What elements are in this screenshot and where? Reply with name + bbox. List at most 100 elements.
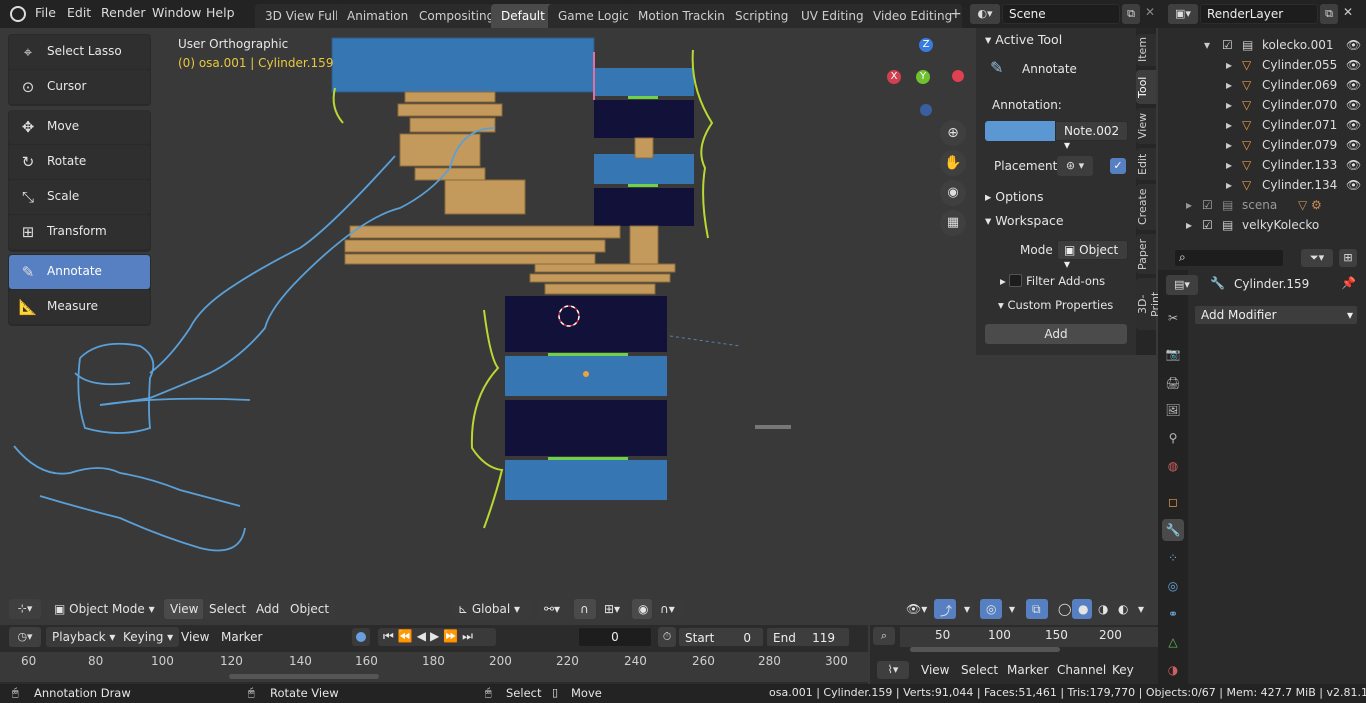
tab-3d-print[interactable]: 3D-Print xyxy=(1136,278,1162,330)
outliner-row[interactable]: ▾ ☑ ▤ kolecko.001 👁 xyxy=(1158,35,1366,55)
grid-view-icon[interactable]: ▦ xyxy=(940,210,966,236)
close-scene-icon[interactable]: ✕ xyxy=(1145,5,1155,19)
tool-measure[interactable]: 📐 Measure xyxy=(9,290,150,324)
tool-annotate[interactable]: ✎ Annotate xyxy=(9,255,150,289)
tool-scale[interactable]: ⤡ Scale xyxy=(9,180,150,214)
menu-window[interactable]: Window xyxy=(152,5,201,20)
workspace-header[interactable]: ▾ Workspace xyxy=(985,213,1064,228)
outliner-row[interactable]: ▸ ☑ ▤ scena ▽ ⚙ xyxy=(1158,195,1366,215)
add-workspace-icon[interactable]: + xyxy=(950,6,962,22)
material-tab-icon[interactable]: ◑ xyxy=(1162,659,1184,681)
outliner-row[interactable]: ▸ ▽ Cylinder.069 👁 xyxy=(1158,75,1366,95)
keying-dropdown[interactable]: Keying ▾ xyxy=(117,627,180,647)
outliner-row[interactable]: ▸ ▽ Cylinder.055 👁 xyxy=(1158,55,1366,75)
tab-default[interactable]: Default xyxy=(491,4,555,28)
end-frame-field[interactable]: End 119 xyxy=(766,627,850,647)
outliner-row[interactable]: ▸ ▽ Cylinder.133 👁 xyxy=(1158,155,1366,175)
outliner-search-icon[interactable]: ⌕ xyxy=(1174,249,1284,267)
tab-item[interactable]: Item xyxy=(1136,34,1156,66)
scene-tab-icon[interactable]: ⚲ xyxy=(1162,427,1184,449)
start-frame-field[interactable]: Start 0 xyxy=(678,627,764,647)
playback-controls[interactable]: ⏮⏪◀▶⏩⏭ xyxy=(378,628,496,646)
tab-compositing[interactable]: Compositing xyxy=(409,4,505,28)
graph-scrollbar[interactable] xyxy=(910,647,1060,652)
overlay-dropdown-icon[interactable]: ▾ xyxy=(1003,599,1019,619)
tool-select-lasso[interactable]: ⌖ Select Lasso xyxy=(9,35,150,69)
eye-icon[interactable]: 👁 xyxy=(1346,38,1361,52)
menu-edit[interactable]: Edit xyxy=(67,5,91,20)
eye-icon[interactable]: 👁 xyxy=(1346,118,1361,132)
gizmo-neg-x-axis[interactable] xyxy=(952,70,964,82)
tool-move[interactable]: ✥ Move xyxy=(9,110,150,144)
graph-select-menu[interactable]: Select xyxy=(961,663,998,677)
rendered-shading-icon[interactable]: ◐ xyxy=(1112,599,1132,619)
new-renderlayer-icon[interactable]: ⧉ xyxy=(1320,4,1338,24)
particles-tab-icon[interactable]: ⁘ xyxy=(1162,547,1184,569)
editor-type-icon[interactable]: ▤▾ xyxy=(1166,275,1198,295)
custom-properties-header[interactable]: ▾ Custom Properties xyxy=(998,298,1113,312)
object-mode-dropdown[interactable]: ▣ Object Mode ▾ xyxy=(48,599,156,619)
filter-addons-row[interactable]: ▸ Filter Add-ons xyxy=(1000,274,1105,288)
render-tab-icon[interactable]: 📷 xyxy=(1162,343,1184,365)
tab-animation[interactable]: Animation xyxy=(337,4,419,28)
add-menu[interactable]: Add xyxy=(250,599,286,619)
stopwatch-icon[interactable]: ⏱ xyxy=(658,627,676,647)
shading-dropdown-icon[interactable]: ▾ xyxy=(1132,599,1146,619)
3d-viewport[interactable]: User Orthographic (0) osa.001 | Cylinder… xyxy=(0,28,1136,623)
editor-type-icon[interactable]: ⊹▾ xyxy=(9,599,41,619)
annotation-note-dropdown[interactable]: Note.002 ▾ xyxy=(1055,121,1128,152)
eye-icon[interactable]: 👁 xyxy=(1346,158,1361,172)
tab-create[interactable]: Create xyxy=(1136,184,1156,230)
add-property-button[interactable]: Add xyxy=(985,324,1127,344)
proportional-edit-icon[interactable]: ◉ xyxy=(632,599,652,619)
tool-rotate[interactable]: ↻ Rotate xyxy=(9,145,150,179)
graph-key-menu[interactable]: Key xyxy=(1112,663,1134,677)
select-menu[interactable]: Select xyxy=(203,599,253,619)
outliner-row[interactable]: ▸ ▽ Cylinder.070 👁 xyxy=(1158,95,1366,115)
physics-tab-icon[interactable]: ◎ xyxy=(1162,575,1184,597)
outliner-row[interactable]: ▸ ▽ Cylinder.079 👁 xyxy=(1158,135,1366,155)
outliner-row[interactable]: ▸ ▽ Cylinder.071 👁 xyxy=(1158,115,1366,135)
eye-icon[interactable]: 👁 xyxy=(1346,138,1361,152)
menu-help[interactable]: Help xyxy=(206,5,235,20)
tab-tool[interactable]: Tool xyxy=(1136,70,1156,104)
pin-icon[interactable]: 📌 xyxy=(1341,276,1356,290)
filter-addons-checkbox[interactable] xyxy=(1009,274,1023,287)
solid-shading-icon[interactable]: ● xyxy=(1072,599,1092,619)
tab-video-editing[interactable]: Video Editing xyxy=(863,4,963,28)
blender-logo-icon[interactable] xyxy=(10,6,26,22)
add-modifier-dropdown[interactable]: Add Modifier ▾ xyxy=(1194,305,1358,325)
visibility-icon[interactable]: 👁▾ xyxy=(900,599,930,619)
eye-icon[interactable]: 👁 xyxy=(1346,78,1361,92)
eye-icon[interactable]: 👁 xyxy=(1346,98,1361,112)
tool-tab-icon[interactable]: ✂ xyxy=(1162,307,1184,329)
tab-paper[interactable]: Paper xyxy=(1136,234,1156,274)
modifier-tab-icon[interactable]: 🔧 xyxy=(1162,519,1184,541)
object-tab-icon[interactable]: ◻ xyxy=(1162,491,1184,513)
timeline-view-menu[interactable]: View xyxy=(181,630,209,644)
view-menu[interactable]: View xyxy=(164,599,205,619)
placement-dropdown[interactable]: ⊛ ▾ xyxy=(1057,156,1093,176)
tool-transform[interactable]: ⊞ Transform xyxy=(9,215,150,249)
data-tab-icon[interactable]: △ xyxy=(1162,631,1184,653)
zoom-icon[interactable]: ⊕ xyxy=(940,120,966,146)
filter-icon[interactable]: ⏷▾ xyxy=(1301,249,1333,267)
camera-icon[interactable]: ◉ xyxy=(940,180,966,206)
constraints-tab-icon[interactable]: ⚭ xyxy=(1162,603,1184,625)
gizmo-dropdown-icon[interactable]: ▾ xyxy=(958,599,974,619)
active-tool-header[interactable]: ▾ Active Tool xyxy=(985,32,1062,47)
renderlayer-name-field[interactable]: RenderLayer xyxy=(1200,4,1318,24)
gizmo-neg-z-axis[interactable] xyxy=(920,104,932,116)
output-tab-icon[interactable]: 🖨 xyxy=(1162,372,1184,394)
graph-editor-type-icon[interactable]: ⌇▾ xyxy=(877,661,909,679)
orientation-dropdown[interactable]: ⊾ Global ▾ xyxy=(452,599,532,619)
pan-hand-icon[interactable]: ✋ xyxy=(940,150,966,176)
current-frame-field[interactable]: 0 xyxy=(578,627,652,647)
new-scene-icon[interactable]: ⧉ xyxy=(1122,4,1140,24)
tab-scripting[interactable]: Scripting xyxy=(725,4,799,28)
tab-uv-editing[interactable]: UV Editing xyxy=(791,4,874,28)
options-header[interactable]: ▸ Options xyxy=(985,189,1043,204)
timeline-scrollbar[interactable] xyxy=(229,674,379,679)
menu-render[interactable]: Render xyxy=(101,5,146,20)
graph-view-menu[interactable]: View xyxy=(921,663,949,677)
